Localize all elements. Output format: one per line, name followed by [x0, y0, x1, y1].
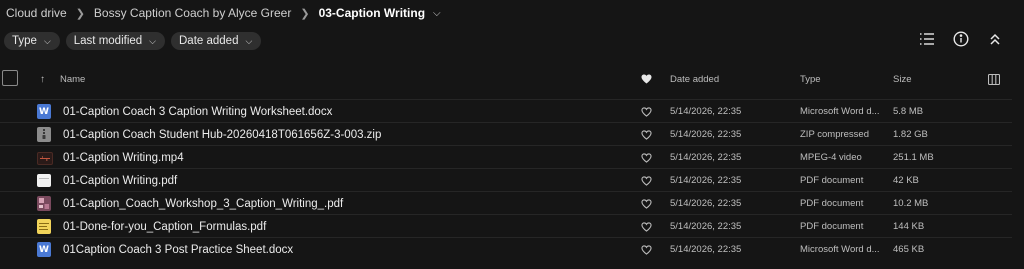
sort-arrow-up-icon[interactable]: ↑ — [40, 68, 45, 90]
video-thumbnail-icon — [37, 152, 53, 165]
heart-outline-icon[interactable] — [640, 169, 652, 192]
heart-outline-icon[interactable] — [640, 238, 652, 261]
file-type: MPEG-4 video — [800, 152, 862, 163]
pdf-thumbnail-icon — [37, 196, 51, 211]
filter-date-added-label: Date added — [179, 35, 239, 47]
file-name[interactable]: 01-Done-for-you_Caption_Formulas.pdf — [63, 215, 266, 238]
file-name[interactable]: 01-Caption Writing.mp4 — [63, 146, 184, 169]
table-row[interactable]: W 01-Caption Coach 3 Caption Writing Wor… — [0, 99, 1012, 123]
file-type: PDF document — [800, 221, 864, 232]
heart-outline-icon[interactable] — [640, 215, 652, 238]
file-size: 144 KB — [893, 221, 925, 232]
column-header-date-added[interactable]: Date added — [670, 68, 719, 90]
filter-last-modified-label: Last modified — [73, 35, 143, 47]
file-size: 1.82 GB — [893, 129, 928, 140]
column-header-name[interactable]: Name — [60, 68, 85, 90]
filter-last-modified[interactable]: Last modified ⌵ — [65, 32, 165, 50]
file-type: PDF document — [800, 175, 864, 186]
word-doc-icon: W — [37, 242, 51, 257]
breadcrumb-current-folder[interactable]: 03-Caption Writing — [319, 6, 425, 20]
file-size: 251.1 MB — [893, 152, 934, 163]
file-type: Microsoft Word d... — [800, 106, 880, 117]
file-type: Microsoft Word d... — [800, 244, 880, 255]
column-settings-icon[interactable] — [988, 68, 1000, 90]
filter-type-label: Type — [12, 35, 37, 47]
toolbar — [918, 30, 1004, 48]
file-date-added: 5/14/2026, 22:35 — [670, 129, 742, 140]
chevron-down-icon: ⌵ — [245, 35, 253, 46]
table-row[interactable]: 01-Done-for-you_Caption_Formulas.pdf 5/1… — [0, 214, 1012, 238]
heart-outline-icon[interactable] — [640, 146, 652, 169]
file-size: 10.2 MB — [893, 198, 929, 209]
chevron-right-icon: ❯ — [75, 7, 85, 20]
file-date-added: 5/14/2026, 22:35 — [670, 221, 742, 232]
column-header-size[interactable]: Size — [893, 68, 911, 90]
pdf-thumbnail-icon — [37, 219, 51, 234]
heart-outline-icon[interactable] — [640, 192, 652, 215]
heart-outline-icon[interactable] — [640, 123, 652, 146]
chevron-down-icon: ⌵ — [149, 35, 156, 46]
table-row[interactable]: 01-Caption Writing.mp4 5/14/2026, 22:35 … — [0, 145, 1012, 169]
filter-type[interactable]: Type ⌵ — [4, 32, 60, 50]
table-row[interactable]: 01-Caption Coach Student Hub-20260418T06… — [0, 122, 1012, 146]
chevron-right-icon: ❯ — [300, 7, 310, 20]
file-size: 465 KB — [893, 244, 925, 255]
file-date-added: 5/14/2026, 22:35 — [670, 175, 742, 186]
file-date-added: 5/14/2026, 22:35 — [670, 244, 742, 255]
table-row[interactable]: 01-Caption Writing.pdf 5/14/2026, 22:35 … — [0, 168, 1012, 192]
table-row[interactable]: W 01Caption Coach 3 Post Practice Sheet.… — [0, 237, 1012, 261]
word-doc-icon: W — [37, 104, 51, 119]
file-date-added: 5/14/2026, 22:35 — [670, 106, 742, 117]
filter-date-added[interactable]: Date added ⌵ — [171, 32, 262, 50]
file-name[interactable]: 01-Caption Coach 3 Caption Writing Works… — [63, 100, 332, 123]
file-size: 5.8 MB — [893, 106, 924, 117]
file-name[interactable]: 01-Caption Writing.pdf — [63, 169, 177, 192]
pdf-icon — [37, 174, 51, 187]
heart-filled-icon[interactable] — [641, 68, 652, 90]
filter-bar: Type ⌵ Last modified ⌵ Date added ⌵ — [4, 32, 262, 50]
file-name[interactable]: 01-Caption_Coach_Workshop_3_Caption_Writ… — [63, 192, 343, 215]
breadcrumb-item-cloud-drive[interactable]: Cloud drive — [6, 6, 67, 20]
file-size: 42 KB — [893, 175, 919, 186]
zip-icon — [37, 127, 51, 142]
chevron-down-icon[interactable]: ⌵ — [433, 8, 441, 19]
list-view-icon[interactable] — [918, 30, 936, 48]
file-date-added: 5/14/2026, 22:35 — [670, 198, 742, 209]
column-header-type[interactable]: Type — [800, 68, 821, 90]
heart-outline-icon[interactable] — [640, 100, 652, 123]
file-type: ZIP compressed — [800, 129, 869, 140]
file-type: PDF document — [800, 198, 864, 209]
file-name[interactable]: 01-Caption Coach Student Hub-20260418T06… — [63, 123, 381, 146]
breadcrumb: Cloud drive ❯ Bossy Caption Coach by Aly… — [6, 0, 441, 26]
collapse-icon[interactable] — [986, 30, 1004, 48]
table-row[interactable]: 01-Caption_Coach_Workshop_3_Caption_Writ… — [0, 191, 1012, 215]
info-icon[interactable] — [952, 30, 970, 48]
chevron-down-icon: ⌵ — [43, 35, 51, 46]
breadcrumb-item-folder[interactable]: Bossy Caption Coach by Alyce Greer — [94, 6, 291, 20]
file-name[interactable]: 01Caption Coach 3 Post Practice Sheet.do… — [63, 238, 293, 261]
table-header: ↑ Name Date added Type Size — [0, 68, 1024, 90]
file-date-added: 5/14/2026, 22:35 — [670, 152, 742, 163]
